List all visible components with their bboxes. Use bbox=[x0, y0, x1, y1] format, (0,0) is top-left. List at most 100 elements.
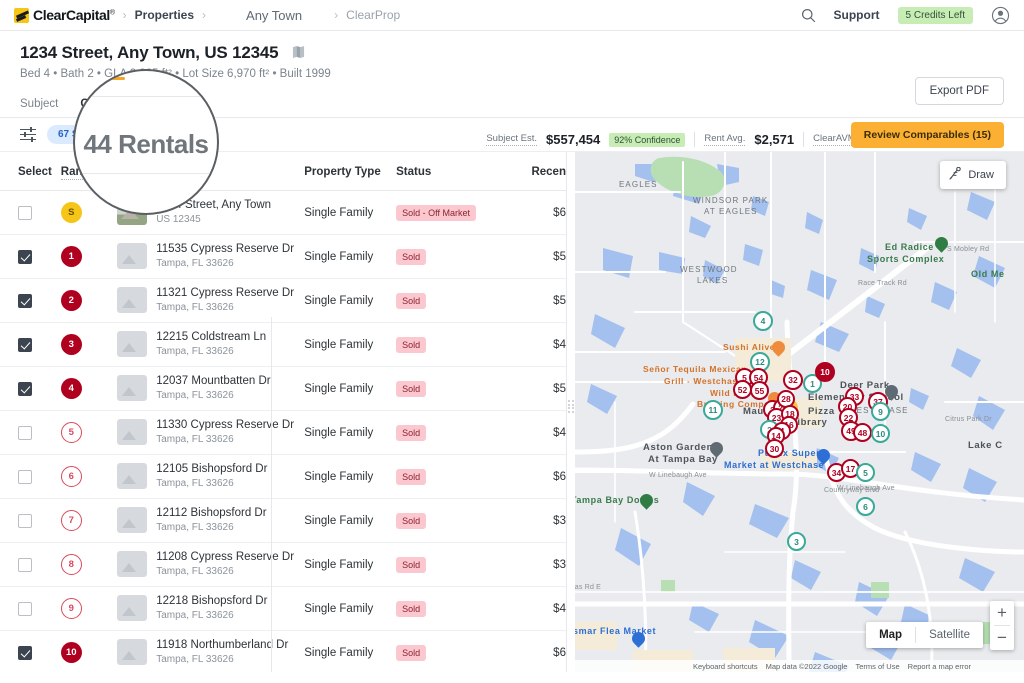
map-book-icon[interactable] bbox=[292, 45, 305, 62]
row-rank-cell: 6 bbox=[60, 454, 118, 499]
row-rank-cell: 1 bbox=[60, 234, 118, 279]
row-status-cell: Sold - Off Market bbox=[396, 190, 500, 235]
map-comp-marker[interactable]: 10 bbox=[815, 362, 835, 382]
account-circle-icon[interactable] bbox=[991, 6, 1010, 25]
map-comp-marker[interactable]: 9 bbox=[871, 402, 890, 421]
row-checkbox[interactable] bbox=[18, 337, 32, 352]
row-checkbox[interactable] bbox=[18, 645, 32, 660]
keyboard-shortcuts-link[interactable]: Keyboard shortcuts bbox=[693, 662, 758, 671]
tab-subject[interactable]: Subject bbox=[20, 94, 58, 117]
report-map-error-link[interactable]: Report a map error bbox=[908, 662, 971, 671]
row-rank-cell: 8 bbox=[60, 542, 118, 587]
breadcrumb-properties[interactable]: Properties bbox=[135, 8, 194, 22]
map-comp-marker[interactable]: 6 bbox=[856, 497, 875, 516]
zoom-out-button[interactable]: − bbox=[990, 626, 1014, 650]
table-row[interactable]: 2 11321 Cypress Reserve Dr Tampa, FL 33626… bbox=[0, 278, 566, 323]
address-line-1: 12112 Bishopsford Dr bbox=[156, 506, 267, 519]
row-property-type: Single Family bbox=[296, 542, 397, 587]
map-comp-marker[interactable]: 55 bbox=[750, 381, 769, 400]
map-attribution: Keyboard shortcuts Map data ©2022 Google… bbox=[575, 660, 1024, 672]
map-pane[interactable]: EAGLES WINDSOR PARK AT EAGLES WESTWOOD LAKES… bbox=[575, 152, 1024, 672]
column-header-property-type: Property Type bbox=[296, 152, 397, 191]
map-comp-marker[interactable]: 10 bbox=[871, 424, 890, 443]
row-checkbox[interactable] bbox=[18, 293, 32, 308]
row-select-cell bbox=[0, 234, 61, 279]
map-comp-marker[interactable]: 32 bbox=[783, 370, 803, 390]
row-checkbox[interactable] bbox=[18, 381, 32, 396]
map-comp-marker[interactable]: 11 bbox=[703, 400, 723, 420]
row-address-cell: 11330 Cypress Reserve Dr Tampa, FL 33626 bbox=[117, 410, 297, 455]
row-checkbox[interactable] bbox=[18, 601, 32, 616]
row-select-cell bbox=[0, 542, 61, 587]
map-type-switcher: Map Satellite bbox=[866, 622, 983, 648]
row-recent-price: $400,000 bbox=[499, 410, 566, 455]
table-row[interactable]: 3 12215 Coldstream Ln Tampa, FL 33626 Singl… bbox=[0, 322, 566, 367]
row-address-cell: 12105 Bishopsford Dr Tampa, FL 33626 bbox=[117, 454, 297, 499]
filter-sliders-icon[interactable] bbox=[20, 126, 36, 142]
table-row[interactable]: 10 11918 Northumberland Dr Tampa, FL 33626… bbox=[0, 630, 566, 672]
row-property-type: Single Family bbox=[296, 498, 397, 543]
table-row[interactable]: 4 12037 Mountbatten Dr Tampa, FL 33626 Sing… bbox=[0, 366, 566, 411]
row-checkbox[interactable] bbox=[18, 205, 32, 220]
map-comp-marker[interactable]: 4 bbox=[753, 311, 773, 331]
zoom-in-button[interactable]: + bbox=[990, 601, 1014, 625]
rank-badge: 2 bbox=[60, 290, 82, 311]
breadcrumb-any-town[interactable]: Any Town bbox=[246, 8, 302, 23]
row-checkbox[interactable] bbox=[18, 513, 32, 528]
table-row[interactable]: 1 11535 Cypress Reserve Dr Tampa, FL 33626… bbox=[0, 234, 566, 279]
row-recent-price: $475,000 bbox=[499, 586, 566, 631]
review-comparables-button[interactable]: Review Comparables (15) bbox=[850, 121, 1004, 148]
row-status-cell: Sold bbox=[396, 278, 500, 323]
search-icon[interactable] bbox=[801, 8, 816, 23]
row-recent-price: $607,000 bbox=[499, 190, 566, 235]
draw-button[interactable]: Draw bbox=[940, 161, 1006, 189]
support-link[interactable]: Support bbox=[834, 8, 880, 22]
clearcapital-logo[interactable]: ClearCapital® bbox=[14, 7, 115, 23]
splitter-grip-icon[interactable] bbox=[568, 400, 575, 413]
status-badge: Sold bbox=[396, 600, 427, 617]
address-line-2: Tampa, FL 33626 bbox=[156, 434, 234, 446]
table-row[interactable]: S 1234 Street, Any Town US 12345 Single Fam… bbox=[0, 190, 566, 235]
table-row[interactable]: 7 12112 Bishopsford Dr Tampa, FL 33626 Sing… bbox=[0, 498, 566, 543]
map-type-satellite[interactable]: Satellite bbox=[916, 622, 983, 648]
map-place-pin[interactable] bbox=[814, 446, 833, 467]
rank-badge: 4 bbox=[60, 378, 82, 399]
map-comp-marker[interactable]: 30 bbox=[765, 439, 784, 458]
row-checkbox[interactable] bbox=[18, 249, 32, 264]
address-line-2: US 12345 bbox=[156, 214, 201, 226]
row-checkbox[interactable] bbox=[18, 557, 32, 572]
row-status-cell: Sold bbox=[396, 410, 500, 455]
page-title: 1234 Street, Any Town, US 12345 bbox=[20, 43, 279, 62]
table-row[interactable]: 5 11330 Cypress Reserve Dr Tampa, FL 33626… bbox=[0, 410, 566, 455]
map-place-pin[interactable] bbox=[769, 338, 788, 359]
map-place-pin[interactable] bbox=[932, 234, 951, 255]
row-select-cell bbox=[0, 410, 61, 455]
comparables-table-pane: Select Rank Property Type Status Recent … bbox=[0, 152, 566, 672]
status-badge: Sold bbox=[396, 556, 427, 573]
map-place-pin[interactable] bbox=[637, 491, 656, 512]
export-pdf-button[interactable]: Export PDF bbox=[914, 77, 1004, 105]
clearprop-app: ClearCapital® › Properties › Any Town › … bbox=[0, 0, 1024, 683]
row-checkbox[interactable] bbox=[18, 469, 32, 484]
terms-of-use-link[interactable]: Terms of Use bbox=[855, 662, 899, 671]
status-badge: Sold bbox=[396, 248, 427, 265]
pane-splitter[interactable] bbox=[566, 152, 575, 672]
column-header-status: Status bbox=[396, 152, 500, 191]
map-type-map[interactable]: Map bbox=[866, 622, 915, 648]
map-place-pin[interactable] bbox=[629, 629, 648, 650]
breadcrumb-clearprop[interactable]: ClearProp bbox=[346, 8, 400, 22]
row-recent-price: $661,250 bbox=[499, 454, 566, 499]
table-row[interactable]: 9 12218 Bishopsford Dr Tampa, FL 33626 Sing… bbox=[0, 586, 566, 631]
map-comp-marker[interactable]: 3 bbox=[787, 532, 806, 551]
map-comp-marker[interactable]: 5 bbox=[856, 463, 875, 482]
top-navigation-bar: ClearCapital® › Properties › Any Town › … bbox=[0, 0, 1024, 31]
table-row[interactable]: 6 12105 Bishopsford Dr Tampa, FL 33626 Sing… bbox=[0, 454, 566, 499]
address-line-2: Tampa, FL 33626 bbox=[156, 610, 234, 622]
map-comp-marker[interactable]: 48 bbox=[853, 423, 872, 442]
map-place-pin[interactable] bbox=[707, 439, 726, 460]
map-data-credit: Map data ©2022 Google bbox=[765, 661, 848, 671]
row-checkbox[interactable] bbox=[18, 425, 32, 440]
table-row[interactable]: 8 11208 Cypress Reserve Dr Tampa, FL 33626… bbox=[0, 542, 566, 587]
row-address-cell: 11535 Cypress Reserve Dr Tampa, FL 33626 bbox=[117, 234, 297, 279]
row-select-cell bbox=[0, 278, 61, 323]
